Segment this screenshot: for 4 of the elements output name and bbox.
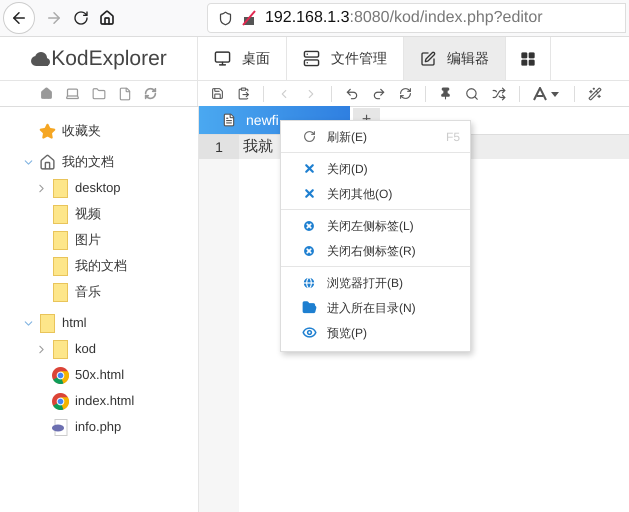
- app-logo: KodExplorer: [51, 46, 167, 72]
- url-text: 192.168.1.3:8080/kod/index.php?editor: [265, 8, 543, 28]
- code-line: 我就: [243, 136, 273, 157]
- line-number: 1: [199, 135, 239, 159]
